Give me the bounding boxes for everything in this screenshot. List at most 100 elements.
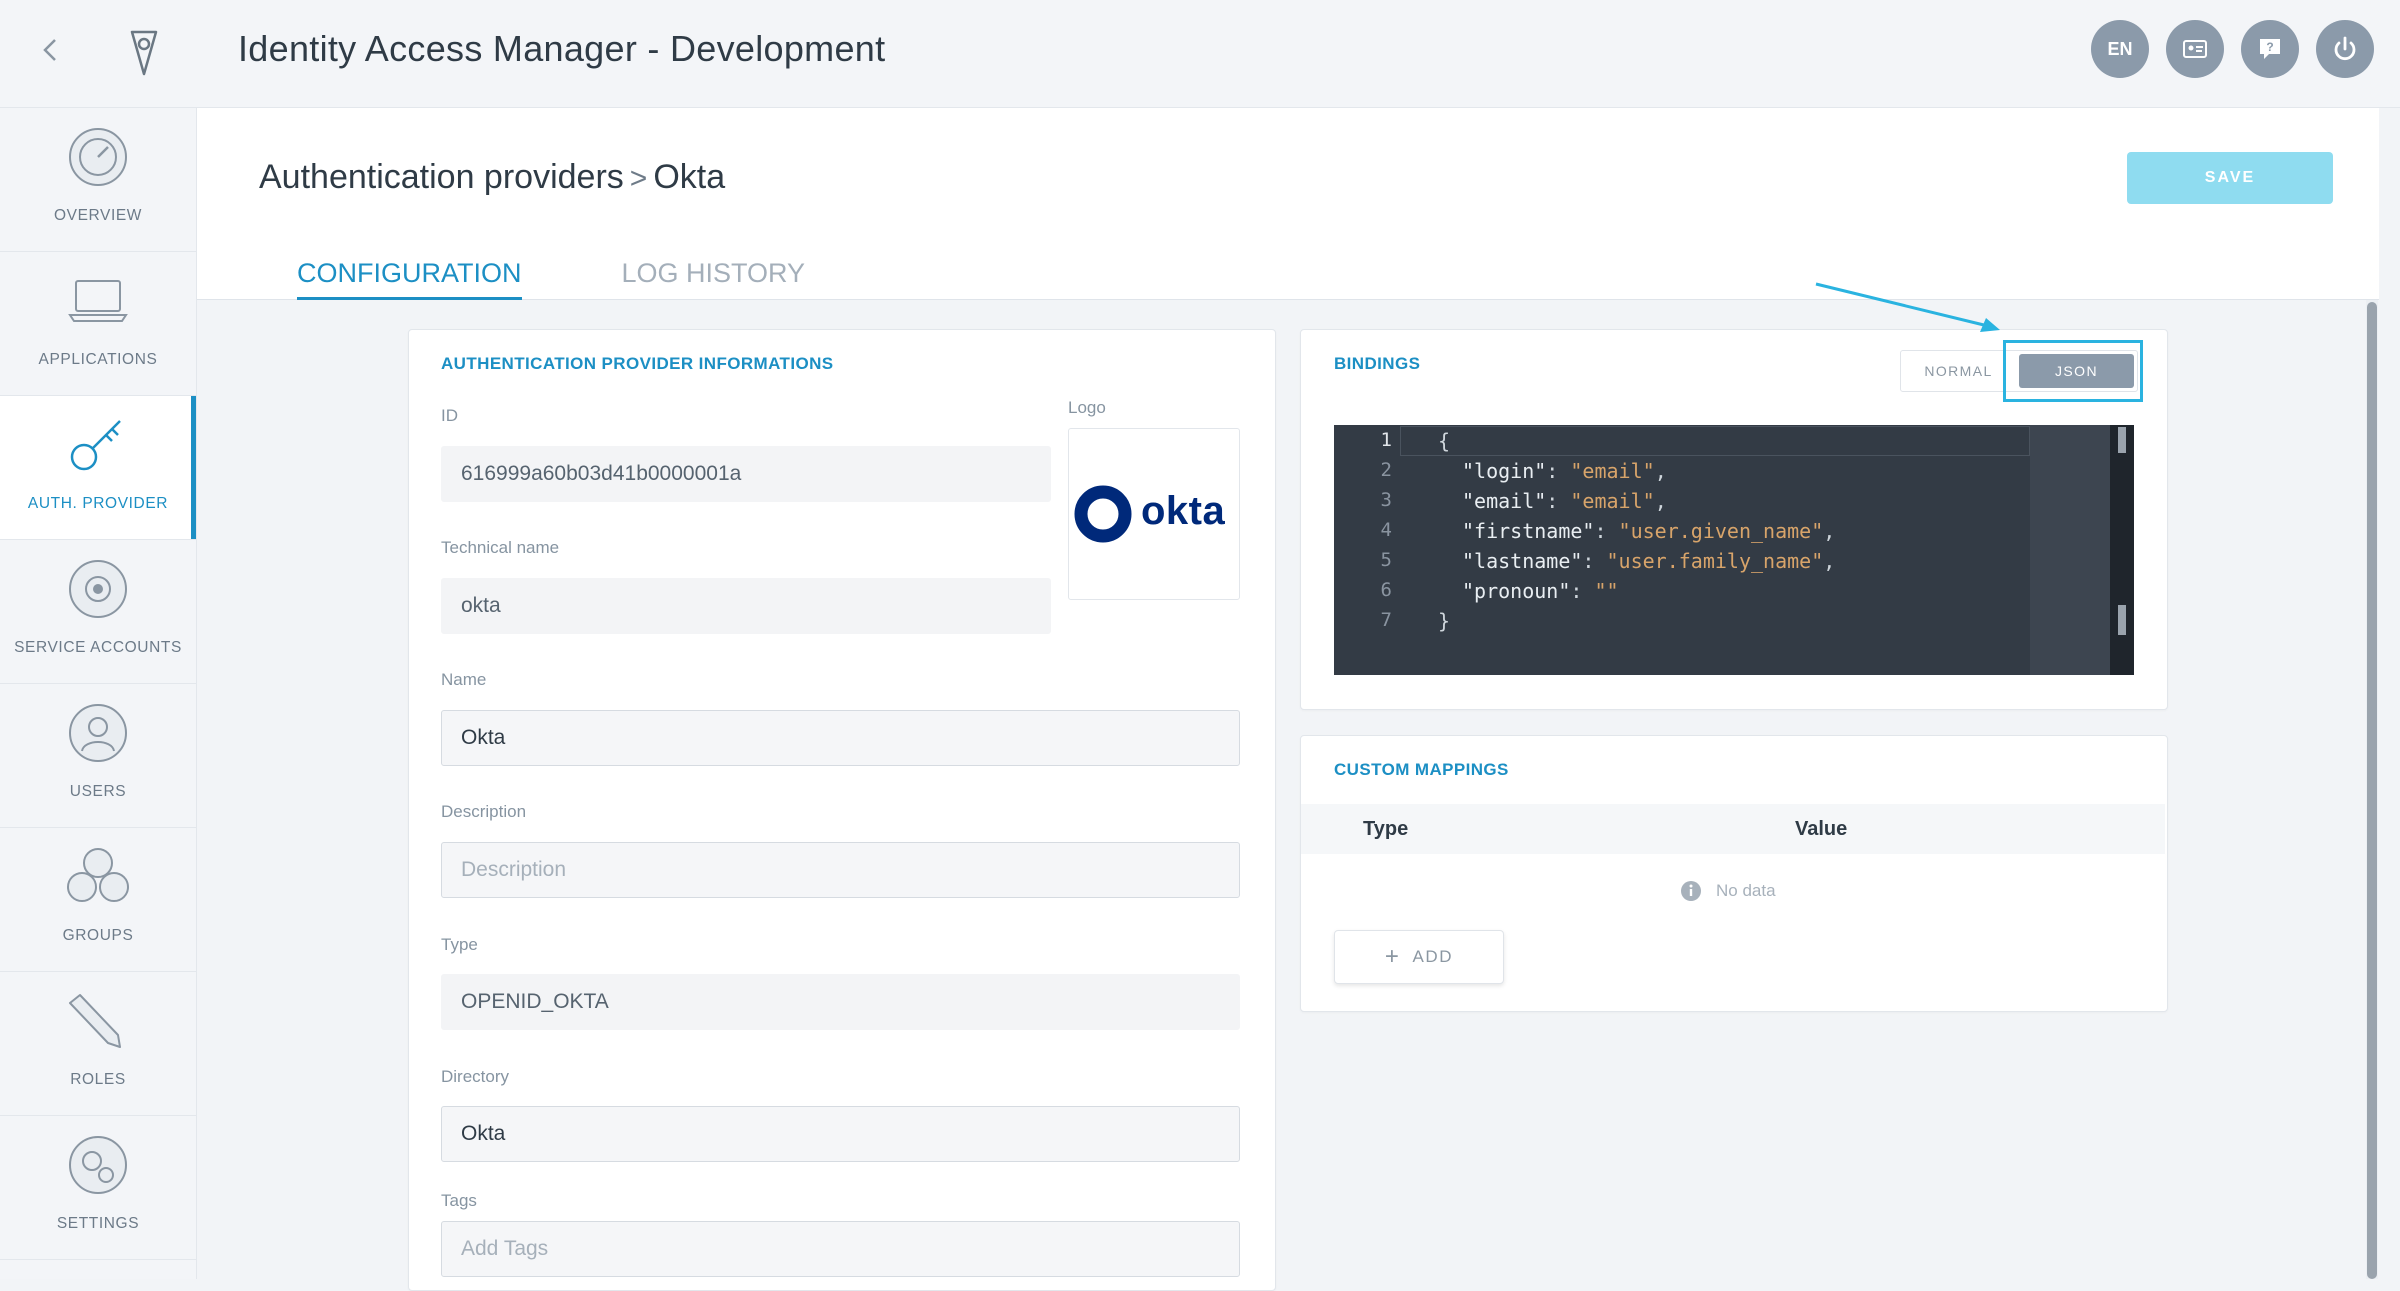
json-key: "pronoun" — [1462, 579, 1571, 603]
mappings-table-header: Type Value — [1301, 804, 2165, 854]
json-value: "user.given_name" — [1618, 519, 1824, 543]
code-line: "login": "email", — [1462, 459, 1667, 483]
custom-mappings-title: CUSTOM MAPPINGS — [1334, 760, 1509, 779]
info-icon — [1681, 881, 1701, 901]
sidebar-item-applications[interactable]: APPLICATIONS — [0, 252, 196, 396]
sidebar-item-settings[interactable]: SETTINGS — [0, 1116, 196, 1260]
breadcrumb-current: Okta — [653, 158, 726, 196]
sidebar-item-groups[interactable]: GROUPS — [0, 828, 196, 972]
description-label: Description — [441, 802, 527, 821]
annotation-arrow-icon — [1815, 282, 2000, 332]
power-icon — [2334, 36, 2356, 61]
json-value: "" — [1594, 579, 1619, 603]
tab-log-history[interactable]: LOG HISTORY — [622, 258, 806, 300]
sidebar-label: SETTINGS — [56, 1215, 140, 1232]
column-type: Type — [1363, 818, 1409, 840]
breadcrumb-separator: > — [629, 162, 648, 195]
add-mapping-button[interactable]: + ADD — [1334, 930, 1504, 984]
json-colon: : — [1570, 579, 1595, 603]
sidebar-item-auth-provider[interactable]: AUTH. PROVIDER — [0, 396, 196, 540]
tags-input[interactable]: Add Tags — [441, 1221, 1240, 1277]
language-button[interactable]: EN — [2091, 20, 2149, 78]
page-scrollbar-thumb[interactable] — [2367, 302, 2377, 1279]
technical-name-field: okta — [441, 578, 1051, 634]
sidebar-item-service-accounts[interactable]: SERVICE ACCOUNTS — [0, 540, 196, 684]
tab-bar: CONFIGURATION LOG HISTORY — [297, 258, 805, 300]
code-line: "lastname": "user.family_name", — [1462, 549, 1835, 573]
tags-label: Tags — [441, 1191, 477, 1210]
json-key: "email" — [1462, 489, 1547, 513]
description-input[interactable]: Description — [441, 842, 1240, 898]
help-button[interactable]: ? — [2241, 20, 2299, 78]
code-line: "email": "email", — [1462, 489, 1667, 513]
sidebar-label: OVERVIEW — [53, 207, 143, 224]
sidebar-label: AUTH. PROVIDER — [27, 495, 169, 512]
json-punctuation: , — [1823, 549, 1836, 573]
line-number: 2 — [1380, 459, 1392, 481]
json-punctuation: , — [1823, 519, 1836, 543]
json-punctuation: , — [1654, 489, 1667, 513]
line-number: 6 — [1380, 579, 1392, 601]
empty-text: No data — [1716, 881, 1776, 900]
json-value: "email" — [1570, 489, 1655, 513]
tab-configuration[interactable]: CONFIGURATION — [297, 258, 522, 300]
json-editor[interactable]: 1 {2 "login": "email", 3 "email": "email", 4 "… — [1334, 425, 2134, 675]
json-key: "lastname" — [1462, 549, 1583, 573]
laptop-icon — [68, 280, 128, 322]
page-header: Authentication providers > Okta SAVE CONFI… — [197, 108, 2379, 300]
breadcrumb-parent-link[interactable]: Authentication providers — [259, 158, 624, 196]
line-number: 1 — [1380, 429, 1392, 451]
language-label: EN — [2107, 38, 2133, 59]
okta-logo-text: okta — [1141, 489, 1226, 533]
top-actions: EN ? — [2091, 20, 2374, 78]
line-number: 4 — [1380, 519, 1392, 541]
editor-scroll-thumb[interactable] — [2118, 605, 2126, 635]
gear-users-icon — [69, 560, 127, 618]
logo-label: Logo — [1068, 398, 1106, 417]
sidebar-item-roles[interactable]: ROLES — [0, 972, 196, 1116]
plus-icon: + — [1384, 943, 1401, 970]
app-title: Identity Access Manager - Development — [238, 28, 886, 69]
editor-scrollbar[interactable] — [2110, 425, 2134, 675]
code-line: } — [1438, 609, 1450, 633]
name-input[interactable]: Okta — [441, 710, 1240, 766]
add-label: ADD — [1412, 947, 1454, 966]
svg-text:?: ? — [2266, 40, 2273, 54]
id-label: ID — [441, 406, 458, 425]
json-key: "login" — [1462, 459, 1547, 483]
key-icon — [70, 420, 121, 471]
sidebar-label: GROUPS — [62, 927, 134, 944]
save-button[interactable]: SAVE — [2127, 152, 2333, 204]
line-number: 7 — [1380, 609, 1392, 631]
type-field: OPENID_OKTA — [441, 974, 1240, 1030]
technical-name-label: Technical name — [441, 538, 560, 557]
editor-scroll-thumb-top[interactable] — [2118, 427, 2126, 453]
code-line: { — [1438, 429, 1450, 453]
back-chevron-icon[interactable] — [30, 30, 70, 70]
sidebar-label: ROLES — [70, 1071, 126, 1088]
pencil-icon — [69, 994, 121, 1048]
breadcrumb: Authentication providers > Okta — [259, 158, 725, 197]
okta-logo: okta — [1068, 428, 1240, 600]
sidebar-label: APPLICATIONS — [38, 351, 158, 368]
gears-icon — [69, 1136, 127, 1194]
json-colon: : — [1582, 549, 1607, 573]
sidebar: OVERVIEW APPLICATIONS AUTH. PROVIDER SER… — [0, 108, 197, 1279]
column-value: Value — [1795, 818, 1848, 840]
sidebar-item-overview[interactable]: OVERVIEW — [0, 108, 196, 252]
profile-card-button[interactable] — [2166, 20, 2224, 78]
editor-minimap[interactable] — [2030, 425, 2110, 675]
name-label: Name — [441, 670, 487, 689]
group-icon — [67, 848, 129, 902]
json-punctuation: } — [1438, 609, 1451, 633]
json-key: "firstname" — [1462, 519, 1595, 543]
directory-select[interactable]: Okta — [441, 1106, 1240, 1162]
mode-normal-button[interactable]: NORMAL — [1901, 351, 2016, 391]
json-colon: : — [1546, 489, 1571, 513]
json-highlight-box — [2003, 340, 2143, 402]
top-bar: Identity Access Manager - Development EN… — [0, 0, 2400, 108]
logout-button[interactable] — [2316, 20, 2374, 78]
sidebar-item-users[interactable]: USERS — [0, 684, 196, 828]
sidebar-label: USERS — [69, 783, 127, 800]
id-field: 616999a60b03d41b0000001a — [441, 446, 1051, 502]
